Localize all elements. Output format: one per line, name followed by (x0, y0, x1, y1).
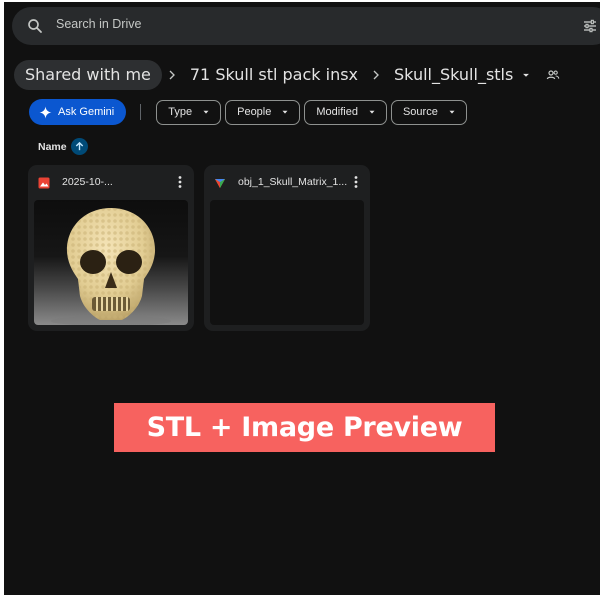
search-icon[interactable] (26, 17, 44, 35)
arrow-up-icon (75, 141, 83, 151)
search-bar[interactable]: Search in Drive (12, 7, 600, 45)
ask-gemini-button[interactable]: Ask Gemini (29, 99, 127, 125)
breadcrumb-skull-pack-folder[interactable]: 71 Skull stl pack insx (182, 60, 366, 90)
screenshot-frame: Search in Drive Shared with me 71 Skull … (0, 0, 600, 600)
filter-source-chip[interactable]: Source (390, 99, 467, 125)
more-vert-icon[interactable] (350, 175, 362, 189)
file-card[interactable]: obj_1_Skull_Matrix_1... (204, 165, 370, 331)
file-thumbnail[interactable] (34, 200, 188, 325)
filter-type-label: Type (168, 106, 193, 118)
caret-down-icon (369, 110, 375, 114)
image-file-icon (38, 177, 50, 189)
promo-banner: STL + Image Preview (114, 403, 495, 452)
skull-image (51, 208, 171, 325)
breadcrumb: Shared with me 71 Skull stl pack insx Sk… (14, 60, 561, 90)
filter-modified-label: Modified (316, 106, 358, 118)
ask-gemini-label: Ask Gemini (58, 106, 115, 118)
sort-direction-button[interactable] (70, 138, 88, 155)
caret-down-icon (203, 110, 209, 114)
filter-people-label: People (237, 106, 272, 118)
filter-source-label: Source (402, 106, 438, 118)
file-thumbnail-empty[interactable] (210, 200, 364, 325)
chevron-right-icon (169, 70, 175, 80)
chevron-right-icon (373, 70, 379, 80)
3d-model-file-icon (215, 179, 225, 188)
sort-label: Name (38, 140, 67, 153)
caret-down-icon (282, 110, 288, 114)
file-card-header: obj_1_Skull_Matrix_1... (204, 165, 370, 200)
file-card[interactable]: 2025-10-... (28, 165, 194, 331)
gemini-sparkle-icon (39, 106, 52, 118)
file-card-header: 2025-10-... (28, 165, 194, 200)
file-name: 2025-10-... (62, 176, 113, 188)
filter-toolbar: Ask Gemini Type People Modified Source (29, 99, 471, 125)
search-options-icon[interactable] (582, 18, 598, 34)
caret-down-icon[interactable] (519, 68, 533, 82)
caret-down-icon (449, 110, 455, 114)
shared-folder-people-icon (547, 70, 560, 80)
search-input[interactable]: Search in Drive (56, 17, 141, 31)
filter-type-chip[interactable]: Type (156, 99, 222, 125)
toolbar-divider (140, 104, 142, 120)
drive-app-window: Search in Drive Shared with me 71 Skull … (4, 2, 600, 595)
sort-by-name[interactable]: Name (38, 138, 88, 155)
file-name: obj_1_Skull_Matrix_1... (238, 176, 348, 188)
breadcrumb-shared-with-me[interactable]: Shared with me (14, 60, 162, 90)
more-vert-icon[interactable] (174, 175, 186, 189)
filter-people-chip[interactable]: People (225, 99, 301, 125)
filter-modified-chip[interactable]: Modified (304, 99, 387, 125)
banner-text: STL + Image Preview (146, 412, 463, 443)
breadcrumb-current-folder[interactable]: Skull_Skull_stls (386, 60, 521, 90)
